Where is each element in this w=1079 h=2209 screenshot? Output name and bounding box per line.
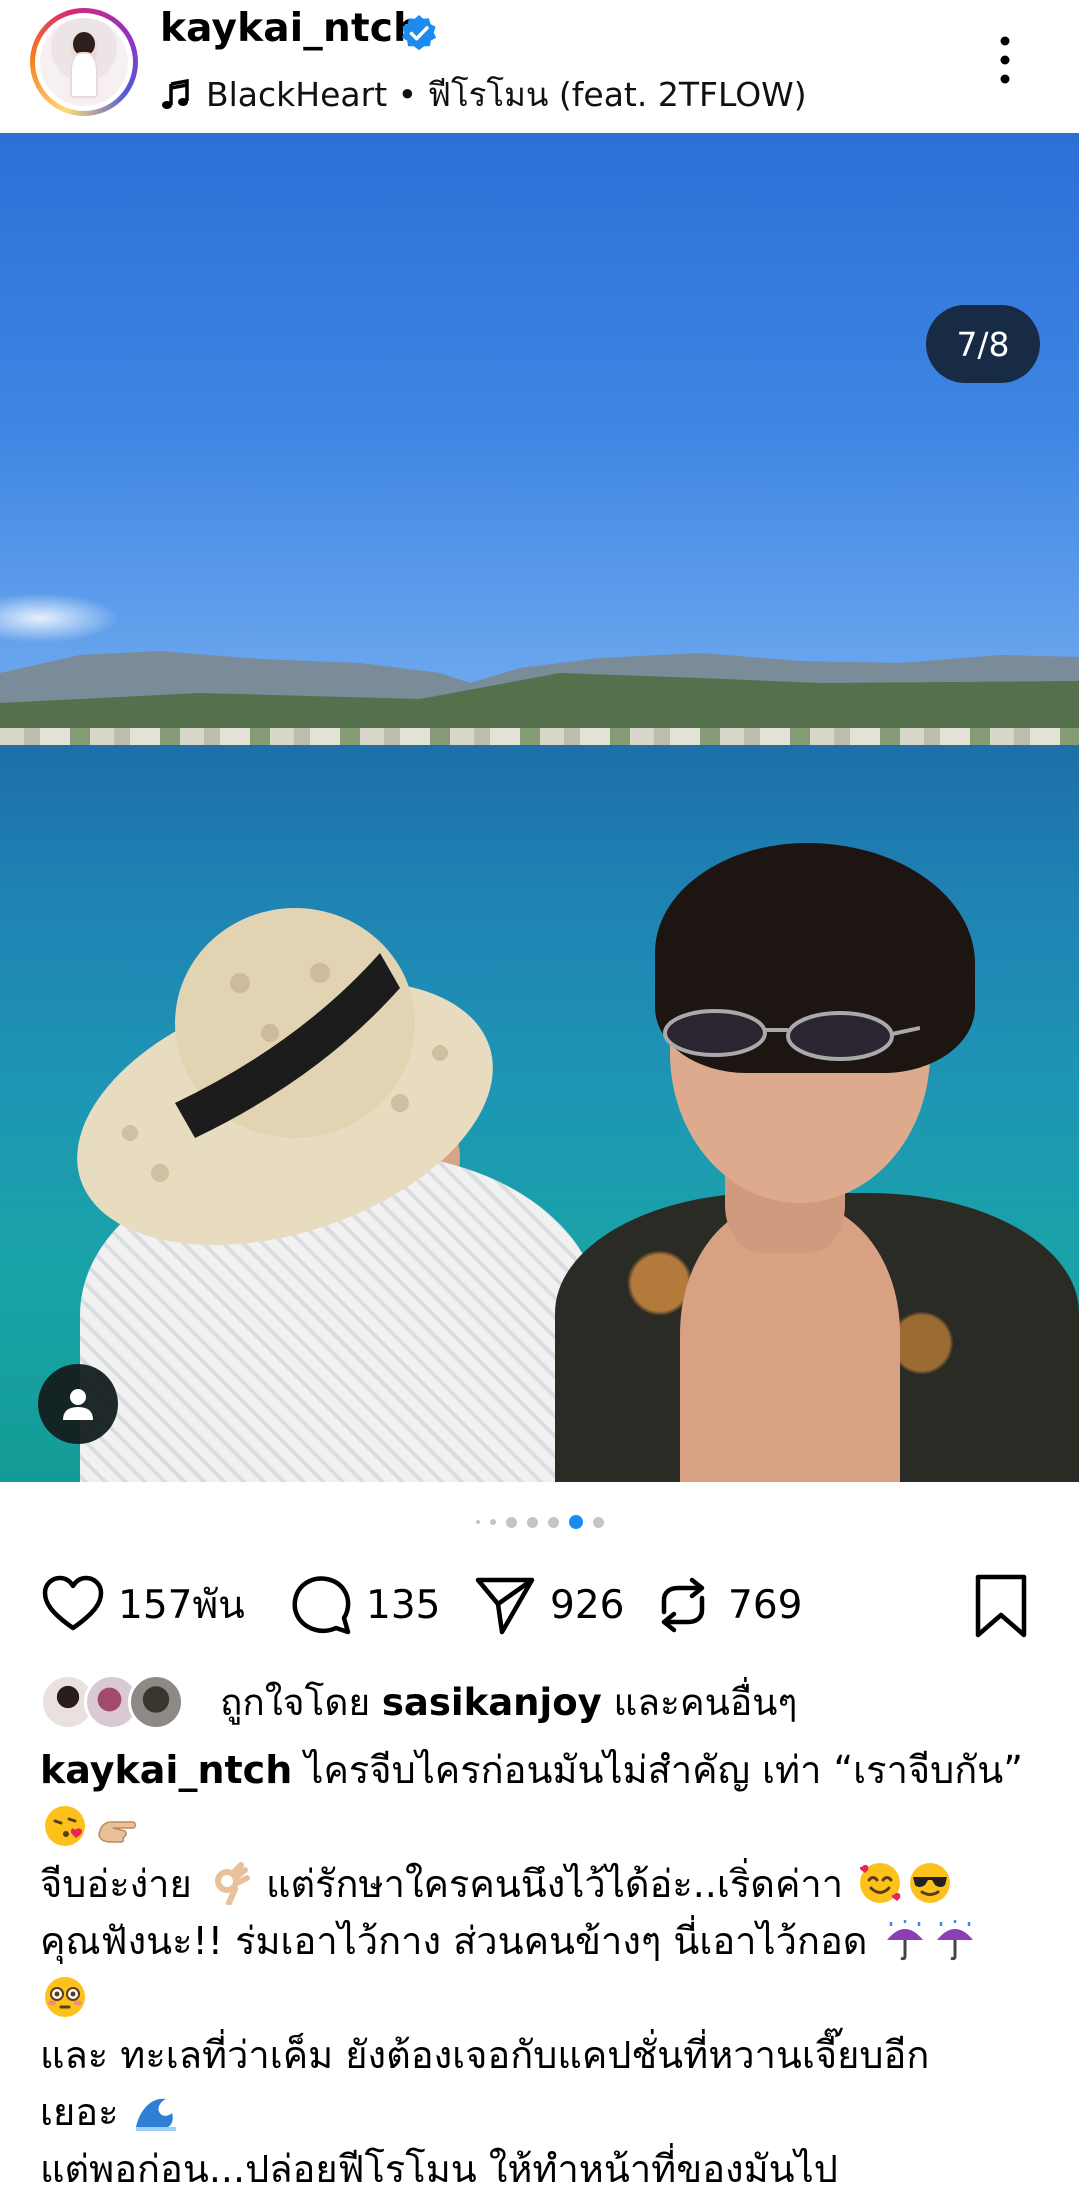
water-wave-emoji-icon — [135, 2098, 176, 2131]
post-caption: kaykai_ntch ไครจีบไครก่อนมันไม่สำคัญ เท่… — [40, 1742, 1040, 2198]
comment-icon — [292, 1576, 351, 1635]
liked-by-row[interactable]: ถูกใจโดย sasikanjoy และคนอื่นๆ — [40, 1670, 797, 1734]
audio-link[interactable]: BlackHeart • ฟีโรโมน (feat. 2TFLOW) — [160, 68, 807, 121]
like-button[interactable]: 157พัน — [40, 1565, 245, 1645]
person-icon — [63, 1389, 93, 1420]
sunglasses-face-emoji-icon — [910, 1863, 951, 1903]
smiling-face-with-hearts-emoji-icon — [860, 1863, 901, 1903]
liker-avatars — [40, 1674, 184, 1730]
image-counter: 7/8 — [926, 305, 1040, 383]
umbrella-with-rain-emoji-icon — [936, 1920, 973, 1961]
caption-line-7: เยอะ — [40, 2090, 119, 2134]
caption-line-6: และ ทะเลที่ว่าเค็ม ยังต้องเจอกับแคปชั่นท… — [40, 2033, 930, 2077]
caption-emoji-line — [40, 1799, 1040, 1856]
repost-button[interactable]: 769 — [650, 1565, 802, 1645]
share-button[interactable]: 926 — [472, 1565, 624, 1645]
action-bar: 157พัน 135 926 769 — [0, 1565, 1079, 1645]
caption-username[interactable]: kaykai_ntch — [40, 1748, 292, 1792]
music-note-icon — [162, 78, 189, 109]
carousel-indicator — [0, 1512, 1079, 1532]
repost-icon — [661, 1577, 705, 1633]
more-vertical-icon[interactable] — [995, 35, 1015, 85]
umbrella-with-rain-emoji-icon — [886, 1920, 923, 1961]
post-image[interactable]: 7/8 — [0, 133, 1079, 1482]
pointing-hand-emoji-icon — [98, 1821, 136, 1843]
share-count: 926 — [550, 1582, 625, 1628]
comment-button[interactable]: 135 — [288, 1565, 440, 1645]
ok-hand-emoji-icon — [214, 1862, 250, 1905]
liked-by-suffix: และคนอื่นๆ — [613, 1680, 798, 1724]
repost-count: 769 — [728, 1582, 803, 1628]
username[interactable]: kaykai_ntch — [160, 6, 421, 51]
kissing-face-emoji-icon — [45, 1806, 85, 1846]
flushed-face-emoji-icon — [45, 1977, 85, 2017]
caption-line-3a: จีบอ่ะง่าย — [40, 1862, 192, 1906]
bookmark-icon[interactable] — [970, 1573, 1032, 1639]
liked-by-prefix: ถูกใจโดย — [220, 1680, 371, 1724]
send-icon — [475, 1577, 535, 1635]
liked-by-user[interactable]: sasikanjoy — [382, 1681, 602, 1724]
verified-badge-icon — [401, 14, 437, 51]
straw-hat — [77, 908, 493, 1246]
caption-line-3b: แต่รักษาใครคนนึงไว้ได้อ่ะ..เริ่ดค่าา — [265, 1862, 844, 1906]
caption-line-4: คุณฟังนะ!! ร่มเอาไว้กาง ส่วนคนข้างๆ นี่เ… — [40, 1919, 868, 1963]
audio-title: BlackHeart • ฟีโรโมน (feat. 2TFLOW) — [206, 75, 807, 114]
heart-icon — [42, 1575, 104, 1631]
avatar[interactable] — [30, 8, 138, 116]
sunglasses — [663, 1009, 920, 1061]
caption-line-1: ไครจีบไครก่อนมันไม่สำคัญ เท่า “เราจีบกัน… — [304, 1748, 1023, 1792]
tagged-users-button[interactable] — [38, 1364, 118, 1444]
caption-emoji-line-2 — [40, 1970, 1040, 2027]
comment-count: 135 — [366, 1582, 441, 1628]
caption-line-8: แต่พอก่อน...ปล่อยฟีโรโมน ให้ทำหน้าที่ของ… — [40, 2147, 838, 2191]
post-header: kaykai_ntch BlackHeart • ฟีโรโมน (feat. … — [0, 0, 1079, 132]
like-count: 157พัน — [118, 1583, 245, 1628]
